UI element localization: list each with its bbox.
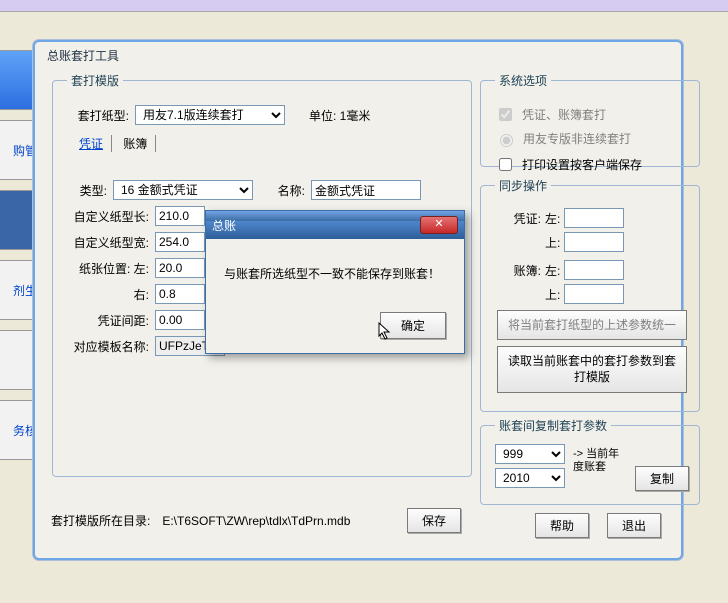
paper-type-select[interactable]: 用友7.1版连续套打 — [135, 105, 285, 125]
background-clutter: 购管 剂生 务核 — [0, 50, 35, 550]
titlebar-strip — [0, 0, 728, 12]
pos-left-input[interactable] — [155, 258, 205, 278]
dialog-title: 总账 — [212, 217, 420, 234]
sync-voucher-left-input[interactable] — [564, 208, 624, 228]
dialog-message: 与账套所选纸型不一致不能保存到账套！ — [224, 265, 446, 282]
copy-button[interactable]: 复制 — [635, 466, 689, 491]
sync-voucher-top-input[interactable] — [564, 232, 624, 252]
ok-button[interactable]: 确定 — [380, 312, 446, 339]
template-name-label: 对应模板名称: — [67, 338, 149, 355]
save-button[interactable]: 保存 — [407, 508, 461, 533]
opt-save-client-check[interactable] — [499, 158, 512, 171]
template-legend: 套打模版 — [67, 72, 123, 89]
opt-nonserial-radio — [500, 134, 513, 147]
name-input[interactable] — [311, 180, 421, 200]
unit-label: 单位: 1毫米 — [309, 107, 370, 124]
pos-right-label: 右: — [67, 286, 149, 303]
opt-voucher-book-check — [499, 108, 512, 121]
gap-input[interactable] — [155, 310, 205, 330]
sync-book-left-input[interactable] — [564, 260, 624, 280]
type-select[interactable]: 16 金额式凭证 — [113, 180, 253, 200]
system-options-group: 系统选项 凭证、账簿套打 用友专版非连续套打 打印设置按客户端保存 — [480, 72, 700, 167]
template-dir-value: E:\T6SOFT\ZW\rep\tdlx\TdPrn.mdb — [162, 514, 350, 528]
custom-length-label: 自定义纸型长: — [67, 208, 149, 225]
tabs: 凭证 账簿 — [71, 135, 461, 152]
pos-left-label: 纸张位置: 左: — [67, 260, 149, 277]
paper-type-label: 套打纸型: — [67, 107, 129, 124]
gap-label: 凭证间距: — [67, 312, 149, 329]
type-label: 类型: — [67, 182, 107, 199]
tab-voucher[interactable]: 凭证 — [71, 135, 112, 152]
sync-voucher-label: 凭证: — [503, 210, 541, 227]
custom-width-label: 自定义纸型宽: — [67, 234, 149, 251]
copy-year-select[interactable]: 2010 — [495, 468, 565, 488]
custom-length-input[interactable] — [155, 206, 205, 226]
custom-width-input[interactable] — [155, 232, 205, 252]
sync-group: 同步操作 凭证: 左: 上: 账簿: 左: 上: 将当前套打纸型的上述参数统一 … — [480, 177, 700, 412]
copy-acct-select[interactable]: 999 — [495, 444, 565, 464]
window-title: 总账套打工具 — [47, 47, 119, 64]
sync-book-top-input[interactable] — [564, 284, 624, 304]
copy-group: 账套间复制套打参数 999 2010 -> 当前年度账套 复制 — [480, 417, 700, 505]
dialog-titlebar[interactable]: 总账 ✕ — [206, 211, 464, 239]
tab-book[interactable]: 账簿 — [115, 135, 156, 152]
sync-legend: 同步操作 — [495, 177, 551, 194]
copy-arrow-label: -> 当前年度账套 — [573, 444, 627, 474]
sysopt-legend: 系统选项 — [495, 72, 551, 89]
unify-params-button[interactable]: 将当前套打纸型的上述参数统一 — [497, 310, 687, 340]
copy-legend: 账套间复制套打参数 — [495, 417, 611, 434]
sync-book-label: 账簿: — [503, 262, 541, 279]
template-dir-label: 套打模版所在目录: — [51, 512, 150, 529]
exit-button[interactable]: 退出 — [607, 513, 661, 538]
pos-right-input[interactable] — [155, 284, 205, 304]
error-dialog: 总账 ✕ 与账套所选纸型不一致不能保存到账套！ 确定 — [205, 210, 465, 354]
name-label: 名称: — [265, 182, 305, 199]
close-icon[interactable]: ✕ — [420, 216, 458, 234]
read-params-button[interactable]: 读取当前账套中的套打参数到套打模版 — [497, 346, 687, 392]
help-button[interactable]: 帮助 — [535, 513, 589, 538]
